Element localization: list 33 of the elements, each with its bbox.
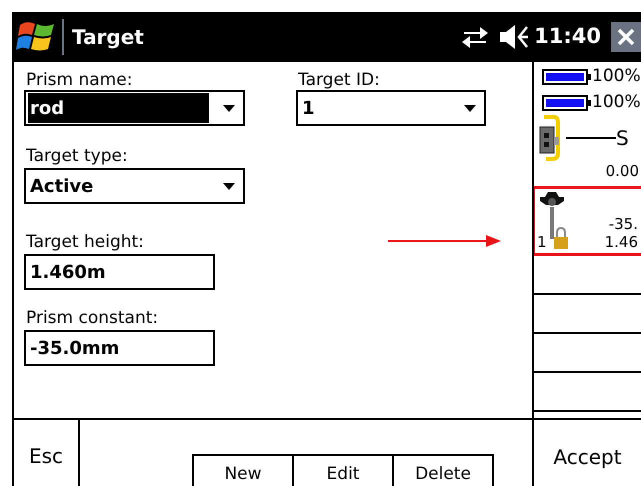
- window-title: Target: [72, 24, 144, 51]
- escape-button[interactable]: Esc: [20, 437, 72, 475]
- action-button[interactable]: New: [192, 454, 294, 486]
- dropdown-caret-icon[interactable]: [223, 182, 235, 190]
- instrument-label: S: [616, 125, 629, 152]
- battery-icon: [542, 95, 588, 111]
- dropdown-field[interactable]: 1: [296, 90, 486, 126]
- battery-icon: [542, 69, 588, 85]
- battery-percentage: 100%: [592, 91, 641, 114]
- field-label: Prism name:: [26, 69, 132, 92]
- accept-button[interactable]: Accept: [549, 438, 626, 476]
- dropdown-caret-icon[interactable]: [464, 104, 476, 112]
- connectivity-arrows-icon[interactable]: [460, 24, 490, 50]
- total-station-icon: [538, 115, 562, 161]
- target-height-reading: 1.46: [604, 233, 638, 251]
- input-field[interactable]: 1.460m: [24, 254, 215, 290]
- battery-percentage: 100%: [592, 65, 641, 88]
- field-label: Target type:: [26, 145, 128, 168]
- prism-constant-reading: -35.: [608, 215, 638, 233]
- field-label: Target height:: [26, 231, 144, 254]
- action-button[interactable]: Delete: [392, 454, 494, 486]
- distance-reading: 0.00: [606, 162, 639, 180]
- field-label: Target ID:: [298, 69, 380, 92]
- input-field[interactable]: -35.0mm: [24, 330, 215, 366]
- dropdown-field[interactable]: rod: [24, 90, 245, 126]
- dropdown-caret-icon[interactable]: [223, 104, 235, 112]
- close-icon[interactable]: [616, 27, 636, 47]
- target-number: 1: [537, 233, 547, 251]
- close-button[interactable]: [611, 22, 641, 52]
- dropdown-field[interactable]: Active: [24, 168, 245, 204]
- field-label: Prism constant:: [26, 307, 158, 330]
- clock-time[interactable]: 11:40: [534, 21, 601, 53]
- speaker-muted-icon[interactable]: [498, 23, 530, 51]
